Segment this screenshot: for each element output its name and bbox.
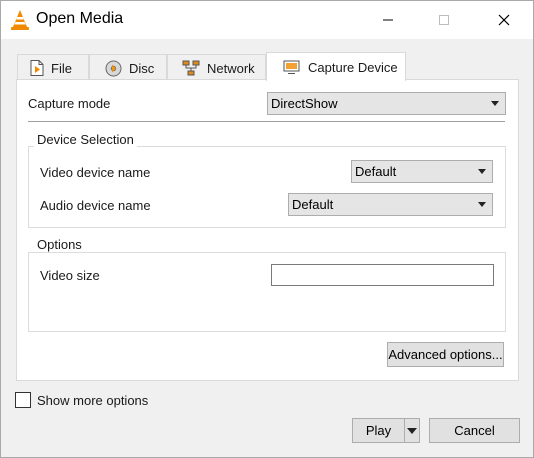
open-media-dialog: Open Media File Disc Network Capture Dev… (0, 0, 534, 458)
capture-mode-label: Capture mode (28, 96, 111, 111)
chevron-down-icon (478, 202, 486, 207)
tab-label: Capture Device (308, 59, 398, 75)
vlc-cone-icon (11, 10, 29, 30)
advanced-options-button[interactable]: Advanced options... (387, 342, 504, 367)
show-more-options-checkbox[interactable] (15, 392, 31, 408)
tab-disc[interactable]: Disc (89, 54, 167, 81)
separator (28, 121, 505, 122)
capture-mode-value: DirectShow (271, 96, 338, 111)
title-bar: Open Media (1, 1, 533, 39)
tab-label: File (51, 60, 72, 76)
tab-capture-device[interactable]: Capture Device (266, 52, 406, 81)
video-device-label: Video device name (40, 165, 151, 180)
video-device-value: Default (355, 164, 397, 179)
tab-label: Network (207, 60, 255, 76)
device-selection-title: Device Selection (34, 132, 137, 147)
audio-device-value: Default (292, 197, 334, 212)
window-title: Open Media (36, 10, 124, 27)
video-size-input[interactable] (271, 264, 494, 286)
video-size-label: Video size (40, 268, 100, 283)
network-icon (182, 60, 200, 76)
capture-device-icon (283, 59, 301, 75)
minimize-button[interactable] (365, 1, 411, 39)
tab-network[interactable]: Network (167, 54, 266, 81)
show-more-options-label: Show more options (37, 393, 149, 408)
maximize-button[interactable] (421, 1, 467, 39)
file-icon (30, 60, 44, 76)
chevron-down-icon (478, 169, 486, 174)
disc-icon (105, 60, 122, 77)
minimize-icon (383, 19, 393, 21)
options-title: Options (34, 237, 85, 252)
chevron-down-icon (407, 428, 417, 434)
chevron-down-icon (491, 101, 499, 106)
play-button[interactable]: Play (352, 418, 405, 443)
close-icon (498, 14, 510, 26)
tab-label: Disc (129, 60, 155, 76)
audio-device-select[interactable]: Default (288, 193, 493, 216)
capture-mode-select[interactable]: DirectShow (267, 92, 506, 115)
cancel-button[interactable]: Cancel (429, 418, 520, 443)
video-device-select[interactable]: Default (351, 160, 493, 183)
capture-device-panel: Capture mode DirectShow Device Selection… (16, 79, 519, 381)
audio-device-label: Audio device name (40, 198, 151, 213)
close-button[interactable] (481, 1, 527, 39)
maximize-icon (439, 15, 449, 25)
tab-file[interactable]: File (17, 54, 89, 81)
